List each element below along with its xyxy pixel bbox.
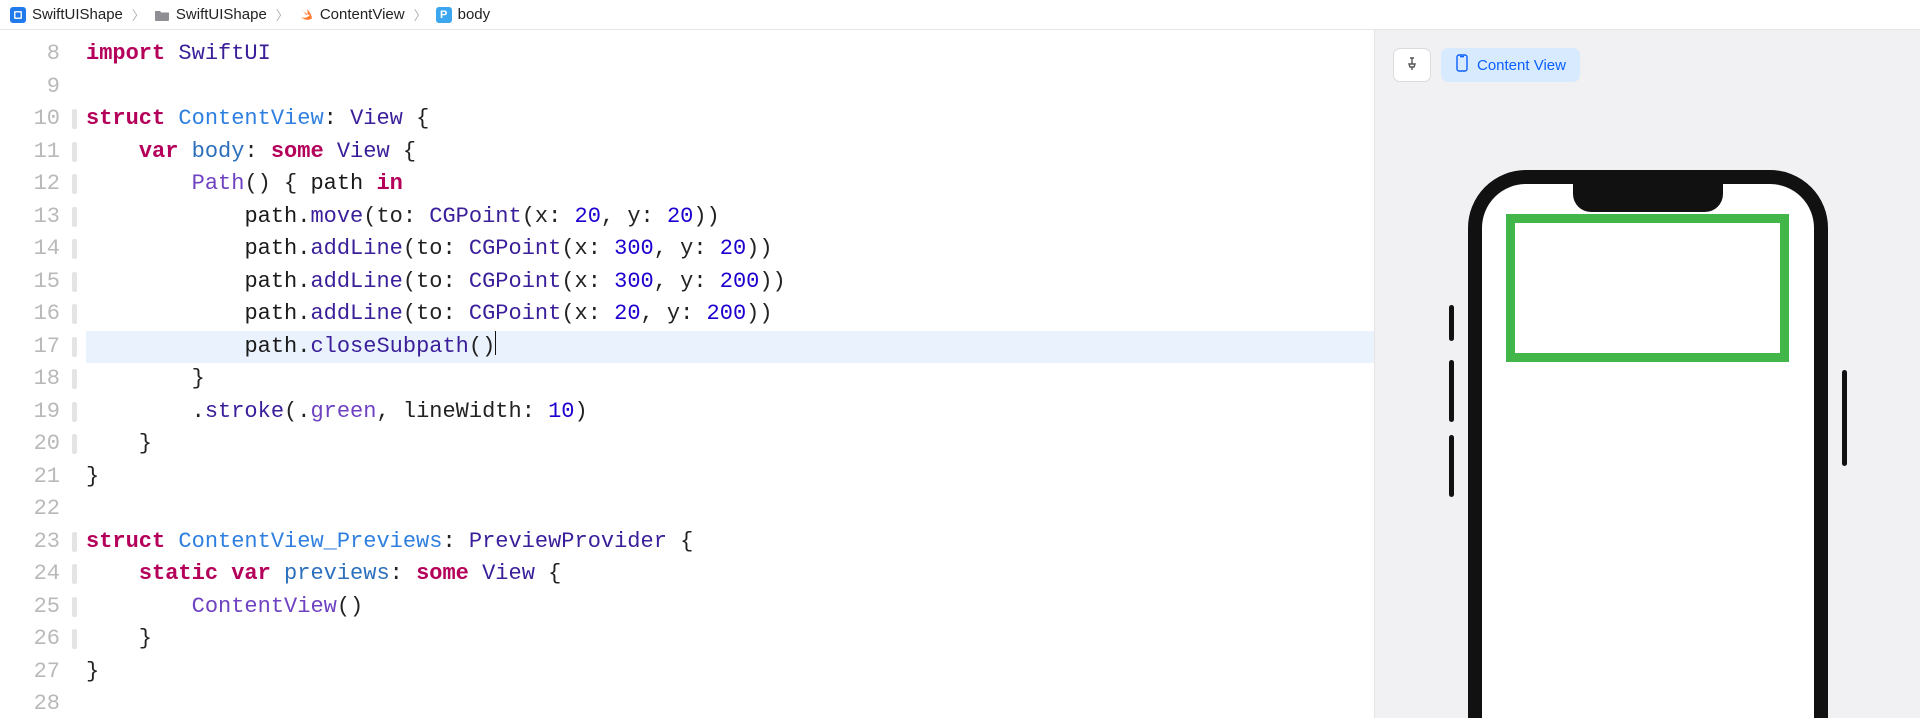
code-line[interactable]: .stroke(.green, lineWidth: 10) <box>86 396 1374 429</box>
chevron-right-icon: 〉 <box>413 5 428 24</box>
code-line[interactable]: } <box>86 623 1374 656</box>
breadcrumb-item-folder[interactable]: SwiftUIShape <box>150 6 271 23</box>
preview-selector-chip[interactable]: Content View <box>1441 48 1580 82</box>
line-number-gutter: 8910111213141516171819202122232425262728 <box>0 38 70 718</box>
code-line[interactable]: Path() { path in <box>86 168 1374 201</box>
line-number: 17 <box>0 331 60 364</box>
code-editor[interactable]: 8910111213141516171819202122232425262728… <box>0 30 1375 718</box>
fold-marker <box>70 266 80 299</box>
project-icon <box>10 7 26 23</box>
fold-marker <box>70 591 80 624</box>
code-line[interactable]: struct ContentView: View { <box>86 103 1374 136</box>
fold-ribbon <box>70 38 80 718</box>
line-number: 26 <box>0 623 60 656</box>
pin-icon <box>1404 56 1420 75</box>
fold-marker <box>70 331 80 364</box>
fold-marker <box>70 656 80 689</box>
fold-marker <box>70 493 80 526</box>
fold-marker <box>70 168 80 201</box>
code-line[interactable]: ContentView() <box>86 591 1374 624</box>
line-number: 10 <box>0 103 60 136</box>
line-number: 20 <box>0 428 60 461</box>
code-line[interactable]: } <box>86 461 1374 494</box>
fold-marker <box>70 558 80 591</box>
chevron-right-icon: 〉 <box>131 5 146 24</box>
code-line[interactable]: path.addLine(to: CGPoint(x: 300, y: 20)) <box>86 233 1374 266</box>
line-number: 16 <box>0 298 60 331</box>
line-number: 13 <box>0 201 60 234</box>
breadcrumb-item-project[interactable]: SwiftUIShape <box>6 6 127 23</box>
text-cursor <box>495 331 496 355</box>
line-number: 28 <box>0 688 60 718</box>
code-line[interactable]: path.addLine(to: CGPoint(x: 300, y: 200)… <box>86 266 1374 299</box>
code-line[interactable]: struct ContentView_Previews: PreviewProv… <box>86 526 1374 559</box>
line-number: 19 <box>0 396 60 429</box>
code-line[interactable]: static var previews: some View { <box>86 558 1374 591</box>
fold-marker <box>70 71 80 104</box>
device-volume-up <box>1449 360 1454 422</box>
breadcrumb-label: body <box>458 6 491 23</box>
rendered-path-rectangle <box>1506 214 1789 362</box>
breadcrumb-item-symbol[interactable]: P body <box>432 6 495 23</box>
device-volume-down <box>1449 435 1454 497</box>
code-line[interactable]: } <box>86 428 1374 461</box>
line-number: 15 <box>0 266 60 299</box>
line-number: 23 <box>0 526 60 559</box>
line-number: 22 <box>0 493 60 526</box>
fold-marker <box>70 233 80 266</box>
fold-marker <box>70 136 80 169</box>
preview-toolbar: Content View <box>1393 48 1580 82</box>
line-number: 11 <box>0 136 60 169</box>
code-line[interactable]: path.move(to: CGPoint(x: 20, y: 20)) <box>86 201 1374 234</box>
line-number: 25 <box>0 591 60 624</box>
breadcrumb-item-file[interactable]: ContentView <box>294 6 409 23</box>
swift-file-icon <box>298 7 314 23</box>
line-number: 12 <box>0 168 60 201</box>
preview-canvas: Content View <box>1375 30 1920 718</box>
pin-preview-button[interactable] <box>1393 48 1431 82</box>
code-line[interactable]: path.closeSubpath() <box>86 331 1374 364</box>
property-icon: P <box>436 7 452 23</box>
line-number: 24 <box>0 558 60 591</box>
code-line[interactable] <box>86 493 1374 526</box>
line-number: 18 <box>0 363 60 396</box>
code-area[interactable]: import SwiftUI struct ContentView: View {… <box>80 38 1374 718</box>
line-number: 14 <box>0 233 60 266</box>
preview-chip-label: Content View <box>1477 57 1566 74</box>
breadcrumb-label: SwiftUIShape <box>32 6 123 23</box>
breadcrumb: SwiftUIShape 〉 SwiftUIShape 〉 ContentVie… <box>0 0 1920 30</box>
line-number: 27 <box>0 656 60 689</box>
fold-marker <box>70 428 80 461</box>
folder-icon <box>154 7 170 23</box>
code-line[interactable]: path.addLine(to: CGPoint(x: 20, y: 200)) <box>86 298 1374 331</box>
fold-marker <box>70 103 80 136</box>
line-number: 21 <box>0 461 60 494</box>
chevron-right-icon: 〉 <box>275 5 290 24</box>
breadcrumb-label: ContentView <box>320 6 405 23</box>
fold-marker <box>70 396 80 429</box>
breadcrumb-label: SwiftUIShape <box>176 6 267 23</box>
line-number: 8 <box>0 38 60 71</box>
fold-marker <box>70 298 80 331</box>
line-number: 9 <box>0 71 60 104</box>
fold-marker <box>70 526 80 559</box>
fold-marker <box>70 38 80 71</box>
code-line[interactable] <box>86 71 1374 104</box>
code-line[interactable]: import SwiftUI <box>86 38 1374 71</box>
fold-marker <box>70 201 80 234</box>
fold-marker <box>70 688 80 718</box>
fold-marker <box>70 363 80 396</box>
fold-marker <box>70 623 80 656</box>
device-mute-switch <box>1449 305 1454 341</box>
device-preview <box>1468 170 1828 718</box>
code-line[interactable]: } <box>86 656 1374 689</box>
device-power-button <box>1842 370 1847 466</box>
fold-marker <box>70 461 80 494</box>
device-notch <box>1573 184 1723 212</box>
code-line[interactable]: } <box>86 363 1374 396</box>
preview-device-icon <box>1455 54 1469 76</box>
code-line[interactable] <box>86 688 1374 718</box>
device-screen <box>1468 170 1828 718</box>
code-line[interactable]: var body: some View { <box>86 136 1374 169</box>
